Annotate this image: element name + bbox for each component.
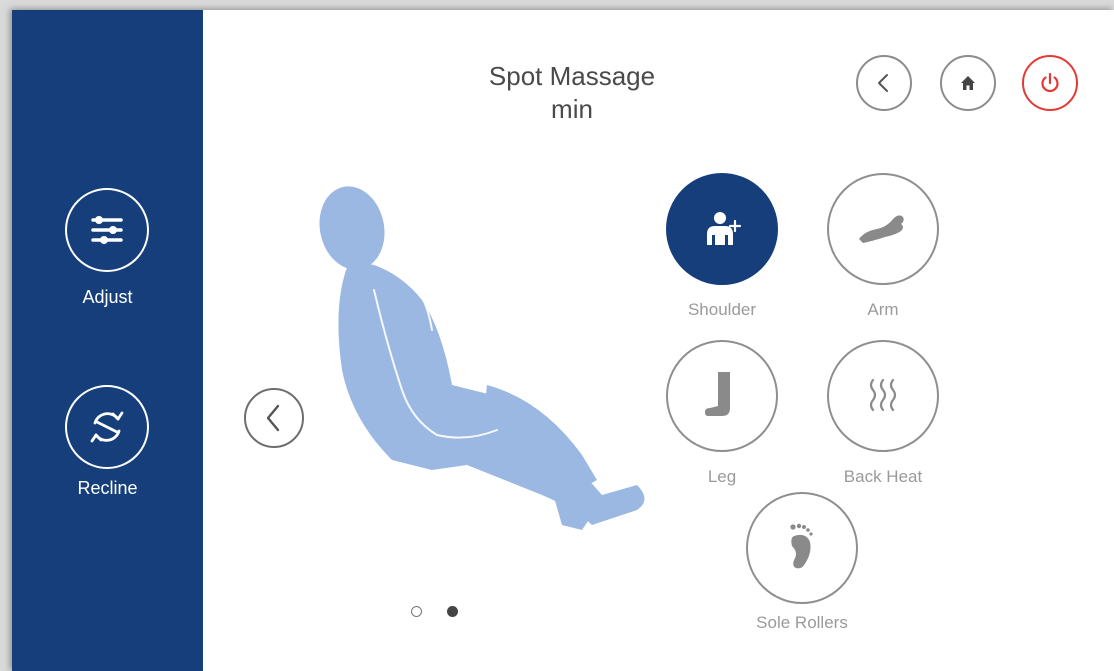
adjust-label: Adjust (82, 287, 133, 307)
foot-icon (790, 523, 813, 569)
power-icon (1041, 72, 1059, 93)
zone-back-heat-button[interactable] (827, 340, 939, 452)
zone-arm-button[interactable] (827, 173, 939, 285)
title-line-1: Spot Massage (488, 61, 656, 91)
home-button[interactable] (940, 55, 996, 111)
zone-leg-button[interactable] (666, 340, 778, 452)
adjust-button[interactable] (65, 188, 149, 272)
recline-label: Recline (77, 478, 138, 498)
recline-icon (90, 411, 124, 443)
recline-button[interactable] (65, 385, 149, 469)
sidebar: Adjust Recline (12, 10, 203, 671)
back-button[interactable] (856, 55, 912, 111)
chevron-left-icon (266, 404, 280, 432)
chevron-left-icon (878, 74, 888, 92)
arm-icon (859, 215, 904, 243)
shoulder-icon (707, 212, 742, 245)
power-button[interactable] (1022, 55, 1078, 111)
heat-icon (869, 378, 897, 412)
zone-label-shoulder: Shoulder (687, 300, 757, 319)
leg-icon (705, 372, 730, 416)
body-figure-illustration (319, 186, 645, 530)
app-window: Adjust Recline Spot Massage min Shoulder… (12, 10, 1114, 671)
zone-label-leg: Leg (707, 467, 737, 486)
previous-page-button[interactable] (244, 388, 304, 448)
zone-label-sole-rollers: Sole Rollers (756, 613, 848, 632)
zone-sole-rollers-button[interactable] (746, 492, 858, 604)
zone-label-arm: Arm (867, 300, 899, 319)
sliders-icon (91, 216, 123, 244)
page-title: Spot Massage min (432, 60, 712, 126)
title-line-2: min (551, 94, 593, 124)
page-dot-2-active[interactable] (447, 606, 458, 617)
home-icon (961, 76, 975, 90)
page-dot-1[interactable] (411, 606, 422, 617)
zone-shoulder-button[interactable] (666, 173, 778, 285)
zone-label-back-heat: Back Heat (843, 467, 923, 486)
